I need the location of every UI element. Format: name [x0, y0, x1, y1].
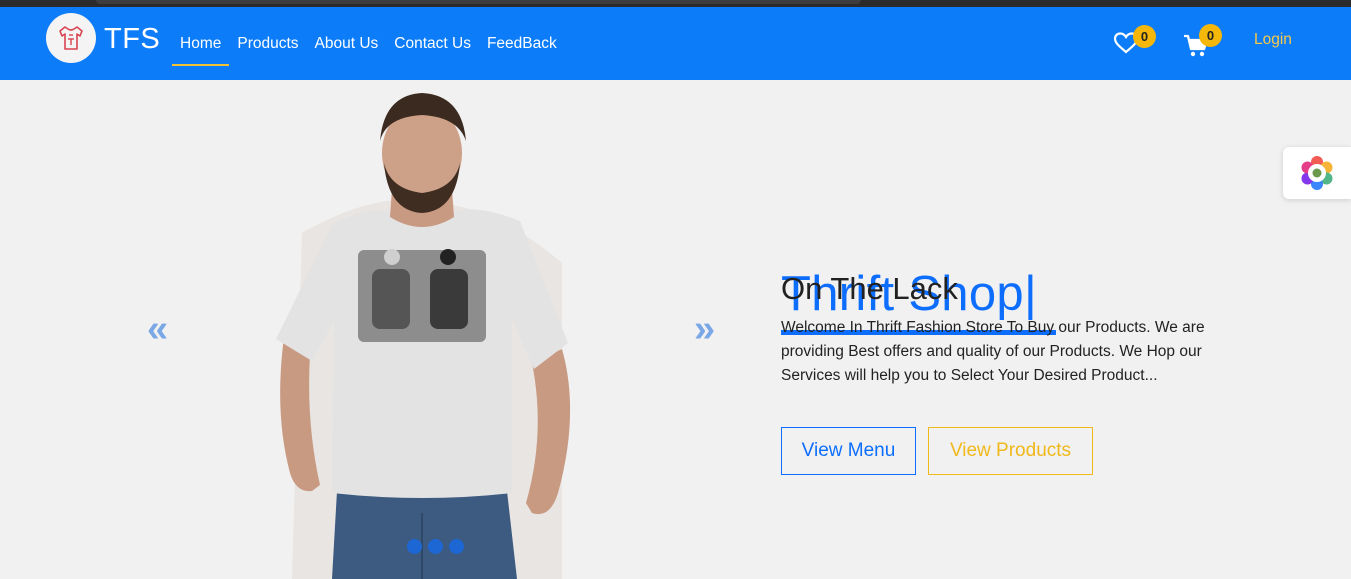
- view-products-button[interactable]: View Products: [928, 427, 1093, 475]
- main-nav: Home Products About Us Contact Us FeedBa…: [172, 35, 565, 66]
- carousel-next-arrow[interactable]: »: [694, 310, 715, 348]
- view-menu-button[interactable]: View Menu: [781, 427, 916, 475]
- browser-top-strip: [0, 0, 1351, 7]
- hero-description: Welcome In Thrift Fashion Store To Buy o…: [781, 319, 1205, 384]
- carousel-dot-2[interactable]: [428, 539, 443, 554]
- carousel-prev-arrow[interactable]: «: [147, 310, 168, 348]
- gear-icon: [1301, 156, 1333, 190]
- wishlist-count-badge: 0: [1133, 25, 1156, 48]
- hero-subtitle: On The Lack: [781, 271, 958, 306]
- nav-item-home[interactable]: Home: [172, 35, 230, 66]
- brand-name[interactable]: TFS: [104, 23, 160, 56]
- nav-item-about-us[interactable]: About Us: [307, 35, 387, 53]
- navbar: TFS Home Products About Us Contact Us Fe…: [0, 7, 1351, 80]
- browser-address-bar: [96, 0, 861, 4]
- logo[interactable]: [46, 13, 96, 63]
- login-link[interactable]: Login: [1254, 31, 1292, 49]
- hero-product-image: [276, 93, 571, 579]
- carousel-dot-1[interactable]: [407, 539, 422, 554]
- nav-item-feedback[interactable]: FeedBack: [479, 35, 565, 53]
- nav-item-contact-us[interactable]: Contact Us: [386, 35, 479, 53]
- carousel-indicators: [407, 539, 464, 554]
- nav-item-products[interactable]: Products: [229, 35, 306, 53]
- carousel-dot-3[interactable]: [449, 539, 464, 554]
- tshirt-icon: [59, 26, 83, 50]
- cart-count-badge: 0: [1199, 24, 1222, 47]
- settings-widget[interactable]: [1283, 147, 1351, 199]
